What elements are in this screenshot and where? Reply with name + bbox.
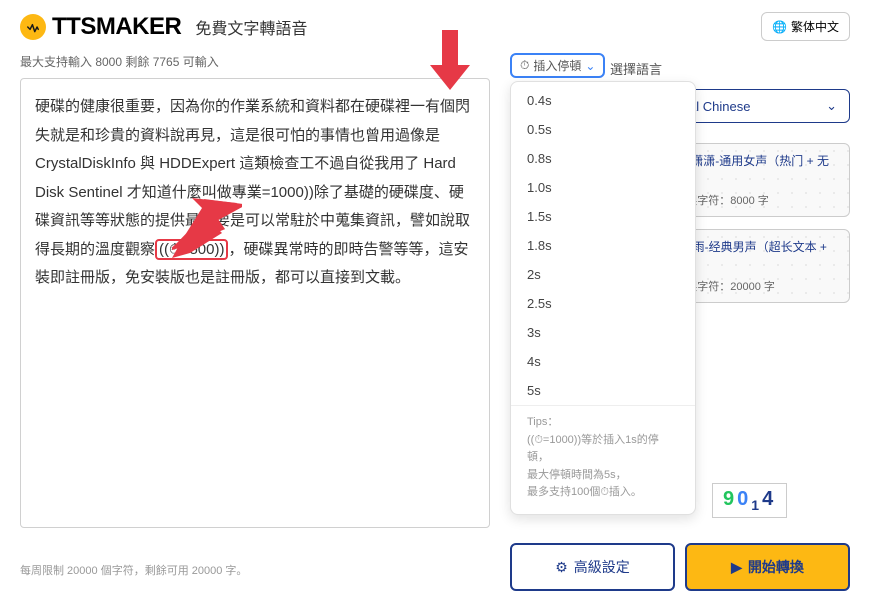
pause-option[interactable]: 1.0s <box>511 173 695 202</box>
sliders-icon: ⚙ <box>555 559 568 576</box>
pause-option[interactable]: 5s <box>511 376 695 405</box>
pause-option[interactable]: 1.5s <box>511 202 695 231</box>
footer-limit: 每周限制 20000 個字符，剩餘可用 20000 字。 <box>20 562 247 578</box>
select-language-label: 選擇語言 <box>610 59 662 78</box>
text-input[interactable]: 硬碟的健康很重要，因為你的作業系統和資料都在硬碟裡一有個閃失就是和珍貴的資料說再… <box>20 78 490 528</box>
pause-option[interactable]: 2.5s <box>511 289 695 318</box>
annotation-arrow-diagonal <box>172 198 242 258</box>
captcha-image: 9014 <box>712 483 787 518</box>
logo-icon <box>20 14 46 40</box>
annotation-arrow-down <box>430 30 470 90</box>
pause-option[interactable]: 3s <box>511 318 695 347</box>
brand-text: TTSMAKER <box>52 13 181 41</box>
pause-dropdown: 0.4s0.5s0.8s1.0s1.5s1.8s2s2.5s3s4s5s Tip… <box>510 81 696 515</box>
insert-pause-button[interactable]: ⏱ 插入停頓 ⌄ <box>510 53 605 78</box>
pause-option[interactable]: 4s <box>511 347 695 376</box>
dropdown-tips: Tips： ((⏱=1000))等於插入1s的停頓， 最大停頓時間為5s， 最多… <box>511 405 695 510</box>
pause-option[interactable]: 0.4s <box>511 86 695 115</box>
language-switch-button[interactable]: 🌐 繁体中文 <box>761 12 850 41</box>
chevron-down-icon: ⌄ <box>585 59 595 73</box>
pause-option[interactable]: 2s <box>511 260 695 289</box>
pause-option[interactable]: 0.5s <box>511 115 695 144</box>
play-icon: ▶ <box>731 559 742 576</box>
chevron-down-icon: ⌄ <box>826 98 837 114</box>
globe-icon: 🌐 <box>772 20 787 34</box>
clock-icon: ⏱ <box>520 58 529 73</box>
brand-logo: TTSMAKER <box>20 13 181 41</box>
subtitle: 免費文字轉語音 <box>195 15 307 39</box>
pause-option[interactable]: 0.8s <box>511 144 695 173</box>
input-counter: 最大支持輸入 8000 剩餘 7765 可輸入 <box>20 53 490 70</box>
pause-option[interactable]: 1.8s <box>511 231 695 260</box>
